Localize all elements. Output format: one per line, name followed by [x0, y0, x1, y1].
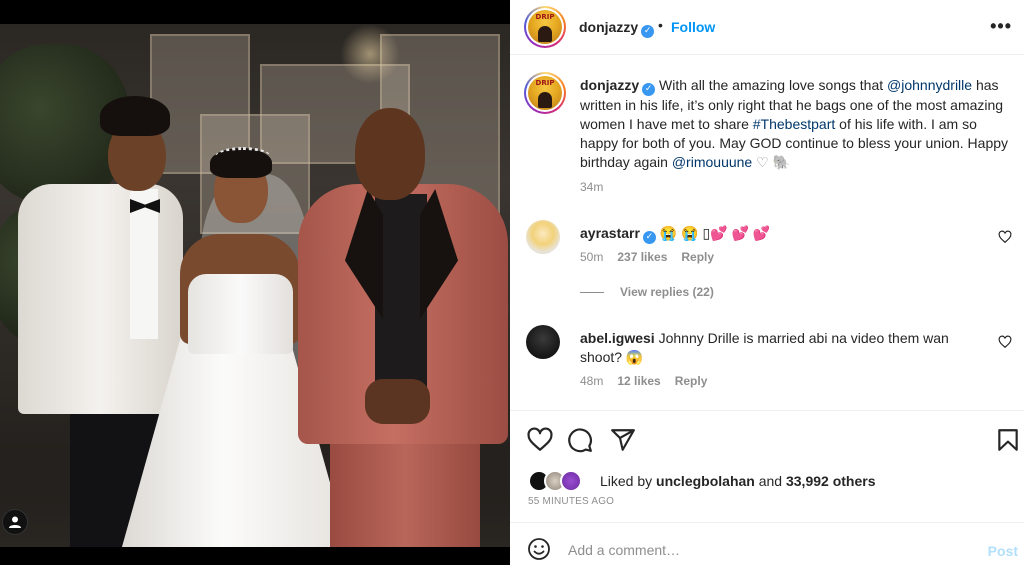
post-actions-bar — [510, 410, 1024, 465]
follow-button[interactable]: Follow — [671, 19, 715, 35]
user-icon — [9, 516, 21, 528]
tagged-users-button[interactable] — [2, 509, 28, 535]
avatar-figure — [538, 26, 552, 42]
likes-count[interactable]: 33,992 others — [786, 473, 876, 489]
bride-dress-bodice — [188, 274, 293, 354]
caption-emojis: ♡ 🐘 — [756, 154, 790, 170]
avatar-badge-text: DRIP — [535, 13, 555, 21]
comment-meta: 48m 12 likes Reply — [580, 374, 707, 388]
reply-button[interactable]: Reply — [681, 250, 714, 264]
comment-time[interactable]: 48m — [580, 374, 603, 388]
header-username[interactable]: donjazzy — [579, 19, 638, 35]
comment-username[interactable]: ayrastarr — [580, 225, 640, 241]
background-light — [340, 24, 400, 84]
comment-item: abel.igwesi Johnny Drille is married abi… — [526, 325, 1016, 395]
view-replies-line — [580, 292, 604, 294]
comment-likes[interactable]: 237 likes — [617, 250, 667, 264]
comment-meta: 50m 237 likes Reply — [580, 250, 714, 264]
liker-avatar[interactable] — [560, 470, 582, 492]
caption-hashtag-link[interactable]: #Thebestpart — [753, 116, 836, 132]
likes-middle: and — [754, 473, 786, 489]
save-bookmark-icon[interactable] — [995, 427, 1021, 453]
avatar-figure — [538, 92, 552, 108]
header-avatar[interactable]: DRIP — [524, 6, 566, 48]
comment-bubble-icon[interactable] — [567, 427, 593, 453]
emoji-icon[interactable] — [527, 537, 551, 561]
comment-avatar[interactable] — [526, 325, 560, 359]
post-image-pane — [0, 0, 510, 565]
post-comment-button[interactable]: Post — [988, 543, 1018, 559]
comment-item: ayrastarr ✓ 😭 😭 ▯💕 💕 💕 50m 237 likes Reply — [526, 220, 1016, 280]
view-replies-button[interactable]: View replies (22) — [580, 285, 714, 299]
view-replies-label[interactable]: View replies (22) — [620, 285, 714, 299]
caption-mention-link[interactable]: @johnnydrille — [887, 77, 972, 93]
comment-body: abel.igwesi Johnny Drille is married abi… — [580, 329, 970, 367]
comment-avatar[interactable] — [526, 220, 560, 254]
likes-text: Liked by unclegbolahan and 33,992 others — [600, 473, 875, 489]
header-username-link[interactable]: donjazzy ✓ — [579, 19, 655, 38]
like-heart-icon[interactable] — [527, 427, 553, 453]
caption-avatar[interactable]: DRIP — [524, 72, 566, 114]
comment-body: ayrastarr ✓ 😭 😭 ▯💕 💕 💕 — [580, 224, 970, 244]
avatar-badge-text: DRIP — [535, 79, 555, 87]
header-separator: • — [658, 17, 663, 33]
post-header: DRIP donjazzy ✓ • Follow ••• — [510, 0, 1024, 55]
comment-likes[interactable]: 12 likes — [617, 374, 660, 388]
comment-input[interactable] — [568, 539, 968, 561]
like-comment-heart-icon[interactable] — [998, 230, 1012, 244]
verified-badge-icon: ✓ — [642, 83, 656, 96]
post-photo[interactable] — [0, 24, 510, 547]
caption-timestamp[interactable]: 34m — [580, 180, 603, 194]
comment-username[interactable]: abel.igwesi — [580, 330, 655, 346]
share-send-icon[interactable] — [610, 427, 636, 453]
post-details-pane: DRIP donjazzy ✓ • Follow ••• DRIP donjazz… — [510, 0, 1024, 565]
groom-shirt — [130, 189, 158, 339]
comment-time[interactable]: 50m — [580, 250, 603, 264]
verified-badge-icon: ✓ — [642, 231, 656, 244]
man-face — [355, 108, 425, 200]
bride-tiara — [215, 147, 271, 167]
reply-button[interactable]: Reply — [675, 374, 708, 388]
man-hands — [365, 379, 430, 424]
liker-username[interactable]: unclegbolahan — [656, 473, 755, 489]
more-options-icon[interactable]: ••• — [990, 16, 1012, 37]
caption-username[interactable]: donjazzy — [580, 77, 639, 93]
groom-white-jacket — [18, 184, 183, 414]
caption-text: donjazzy ✓ With all the amazing love song… — [580, 76, 1010, 172]
comment-text: 😭 😭 ▯💕 💕 💕 — [659, 225, 771, 241]
caption-mention-link[interactable]: @rimouuune — [672, 154, 752, 170]
add-comment-bar: Post — [510, 522, 1024, 565]
post-timestamp[interactable]: 55 MINUTES AGO — [528, 496, 614, 507]
caption-text-part: With all the amazing love songs that — [659, 77, 888, 93]
groom-hair — [100, 96, 170, 136]
likes-prefix: Liked by — [600, 473, 657, 489]
likes-summary: Liked by unclegbolahan and 33,992 others — [528, 468, 1008, 494]
like-comment-heart-icon[interactable] — [998, 335, 1012, 349]
verified-badge-icon: ✓ — [641, 25, 655, 38]
